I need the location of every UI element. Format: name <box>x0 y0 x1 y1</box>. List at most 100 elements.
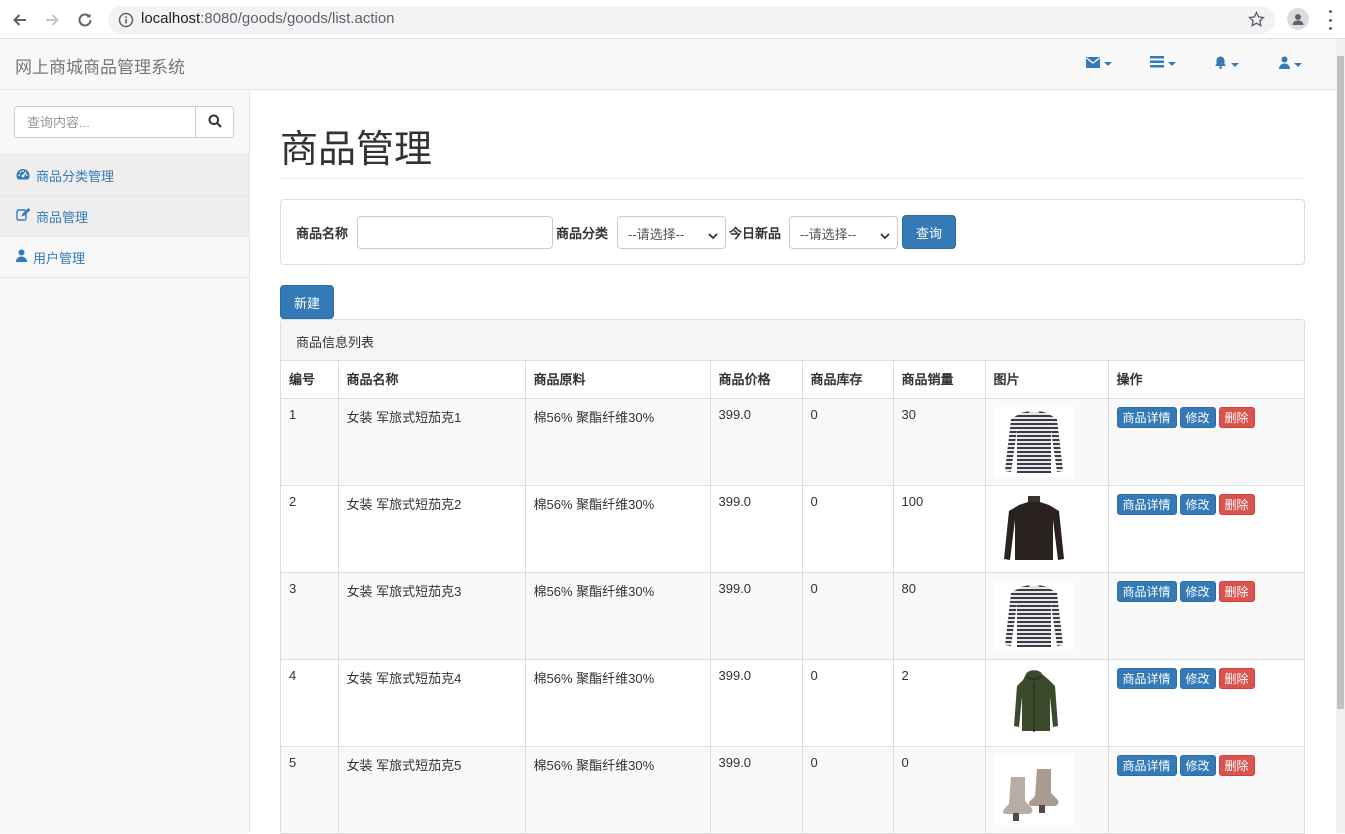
query-button[interactable]: 查询 <box>902 215 956 249</box>
cell-id: 1 <box>281 397 339 486</box>
cell-material: 棉56% 聚酯纤维30% <box>524 397 711 486</box>
sidebar-search <box>14 106 234 138</box>
page-scrollbar[interactable] <box>1336 39 1345 833</box>
sidebar-item-users[interactable]: 用户管理 <box>0 237 249 278</box>
cell-stock: 0 <box>801 571 894 660</box>
cell-price: 399.0 <box>709 658 803 747</box>
detail-button[interactable]: 商品详情 <box>1116 754 1177 776</box>
category-label: 商品分类 <box>556 226 609 241</box>
new-button[interactable]: 新建 <box>280 285 334 319</box>
table-row: 5 女装 军旅式短茄克5 棉56% 聚酯纤维30% 399.0 0 0 商品详情… <box>281 745 1304 834</box>
goods-panel: 商品信息列表 编号 商品名称 商品原料 商品价格 商品库存 商品销量 图片 操作 <box>280 319 1305 834</box>
cell-price: 399.0 <box>709 571 803 660</box>
user-icon <box>1279 56 1290 73</box>
top-navbar: 网上商城商品管理系统 <box>0 39 1336 90</box>
cell-sales: 30 <box>892 397 986 486</box>
sidebar: 商品分类管理 商品管理 用户管理 <box>0 90 250 833</box>
column-header: 商品库存 <box>801 361 894 399</box>
address-bar[interactable]: localhost:8080/goods/goods/list.action <box>108 6 1275 34</box>
goods-name-input[interactable] <box>357 216 553 249</box>
caret-down-icon <box>1231 62 1239 67</box>
delete-button[interactable]: 删除 <box>1218 754 1255 776</box>
messages-dropdown[interactable] <box>1086 56 1112 72</box>
page-title: 商品管理 <box>280 129 433 171</box>
new-goods-select[interactable]: --请选择-- <box>789 216 898 249</box>
new-goods-label: 今日新品 <box>729 226 782 241</box>
boots-image <box>993 754 1074 825</box>
edit-button[interactable]: 修改 <box>1179 406 1216 428</box>
chevron-down-icon <box>880 228 890 243</box>
column-header: 商品销量 <box>892 361 986 399</box>
table-row: 2 女装 军旅式短茄克2 棉56% 聚酯纤维30% 399.0 0 100 商品… <box>281 484 1304 573</box>
sidebar-item-label: 商品管理 <box>36 209 89 225</box>
delete-button[interactable]: 删除 <box>1218 667 1255 689</box>
sidebar-item-label: 用户管理 <box>33 250 86 266</box>
cell-stock: 0 <box>801 658 894 747</box>
cell-material: 棉56% 聚酯纤维30% <box>524 658 711 747</box>
delete-button[interactable]: 删除 <box>1218 580 1255 602</box>
sidebar-item-category[interactable]: 商品分类管理 <box>0 155 249 196</box>
cell-sales: 80 <box>892 571 986 660</box>
detail-button[interactable]: 商品详情 <box>1116 406 1177 428</box>
cell-sales: 2 <box>892 658 986 747</box>
tasks-dropdown[interactable] <box>1150 56 1176 72</box>
cell-id: 2 <box>281 484 339 573</box>
sidebar-item-goods[interactable]: 商品管理 <box>0 196 249 237</box>
column-header: 编号 <box>281 361 339 399</box>
cell-material: 棉56% 聚酯纤维30% <box>524 571 711 660</box>
search-button[interactable] <box>195 106 234 138</box>
delete-button[interactable]: 删除 <box>1218 406 1255 428</box>
cell-id: 3 <box>281 571 339 660</box>
edit-button[interactable]: 修改 <box>1179 580 1216 602</box>
cell-actions: 商品详情 修改 删除 <box>1107 571 1304 660</box>
back-icon[interactable] <box>8 8 32 32</box>
black-turtleneck-image <box>993 493 1074 564</box>
envelope-icon <box>1086 56 1100 72</box>
profile-avatar-icon[interactable] <box>1287 8 1309 30</box>
cell-sales: 100 <box>892 484 986 573</box>
category-select[interactable]: --请选择-- <box>617 216 726 249</box>
green-jacket-image <box>993 667 1074 738</box>
table-header-row: 编号 商品名称 商品原料 商品价格 商品库存 商品销量 图片 操作 <box>281 361 1304 399</box>
cell-name: 女装 军旅式短茄克5 <box>337 745 526 834</box>
cell-stock: 0 <box>801 745 894 834</box>
column-header: 商品名称 <box>337 361 526 399</box>
detail-button[interactable]: 商品详情 <box>1116 667 1177 689</box>
reload-icon[interactable] <box>73 8 97 32</box>
detail-button[interactable]: 商品详情 <box>1116 493 1177 515</box>
cell-image <box>984 658 1109 747</box>
brand-title[interactable]: 网上商城商品管理系统 <box>15 53 185 78</box>
delete-button[interactable]: 删除 <box>1218 493 1255 515</box>
browser-menu-icon[interactable] <box>1322 10 1338 30</box>
cell-stock: 0 <box>801 397 894 486</box>
chevron-down-icon <box>708 228 718 243</box>
cell-actions: 商品详情 修改 删除 <box>1107 745 1304 834</box>
info-icon[interactable] <box>118 12 134 32</box>
user-icon <box>16 249 27 265</box>
column-header: 商品价格 <box>709 361 803 399</box>
goods-table: 编号 商品名称 商品原料 商品价格 商品库存 商品销量 图片 操作 1 女装 军… <box>281 361 1304 834</box>
scrollbar-thumb[interactable] <box>1337 56 1344 709</box>
cell-name: 女装 军旅式短茄克4 <box>337 658 526 747</box>
cell-stock: 0 <box>801 484 894 573</box>
cell-price: 399.0 <box>709 484 803 573</box>
striped-sweater-image <box>993 406 1074 477</box>
bookmark-star-icon[interactable] <box>1248 10 1265 32</box>
search-input[interactable] <box>14 106 196 138</box>
title-divider <box>280 178 1305 179</box>
detail-button[interactable]: 商品详情 <box>1116 580 1177 602</box>
cell-image <box>984 397 1109 486</box>
table-row: 4 女装 军旅式短茄克4 棉56% 聚酯纤维30% 399.0 0 2 商品详情… <box>281 658 1304 747</box>
forward-icon[interactable] <box>40 8 64 32</box>
edit-button[interactable]: 修改 <box>1179 754 1216 776</box>
alerts-dropdown[interactable] <box>1214 56 1239 73</box>
cell-name: 女装 军旅式短茄克1 <box>337 397 526 486</box>
edit-button[interactable]: 修改 <box>1179 493 1216 515</box>
caret-down-icon <box>1168 62 1176 66</box>
edit-icon <box>16 208 31 224</box>
user-dropdown[interactable] <box>1279 56 1302 73</box>
edit-button[interactable]: 修改 <box>1179 667 1216 689</box>
cell-price: 399.0 <box>709 397 803 486</box>
cell-name: 女装 军旅式短茄克3 <box>337 571 526 660</box>
column-header: 操作 <box>1107 361 1304 399</box>
